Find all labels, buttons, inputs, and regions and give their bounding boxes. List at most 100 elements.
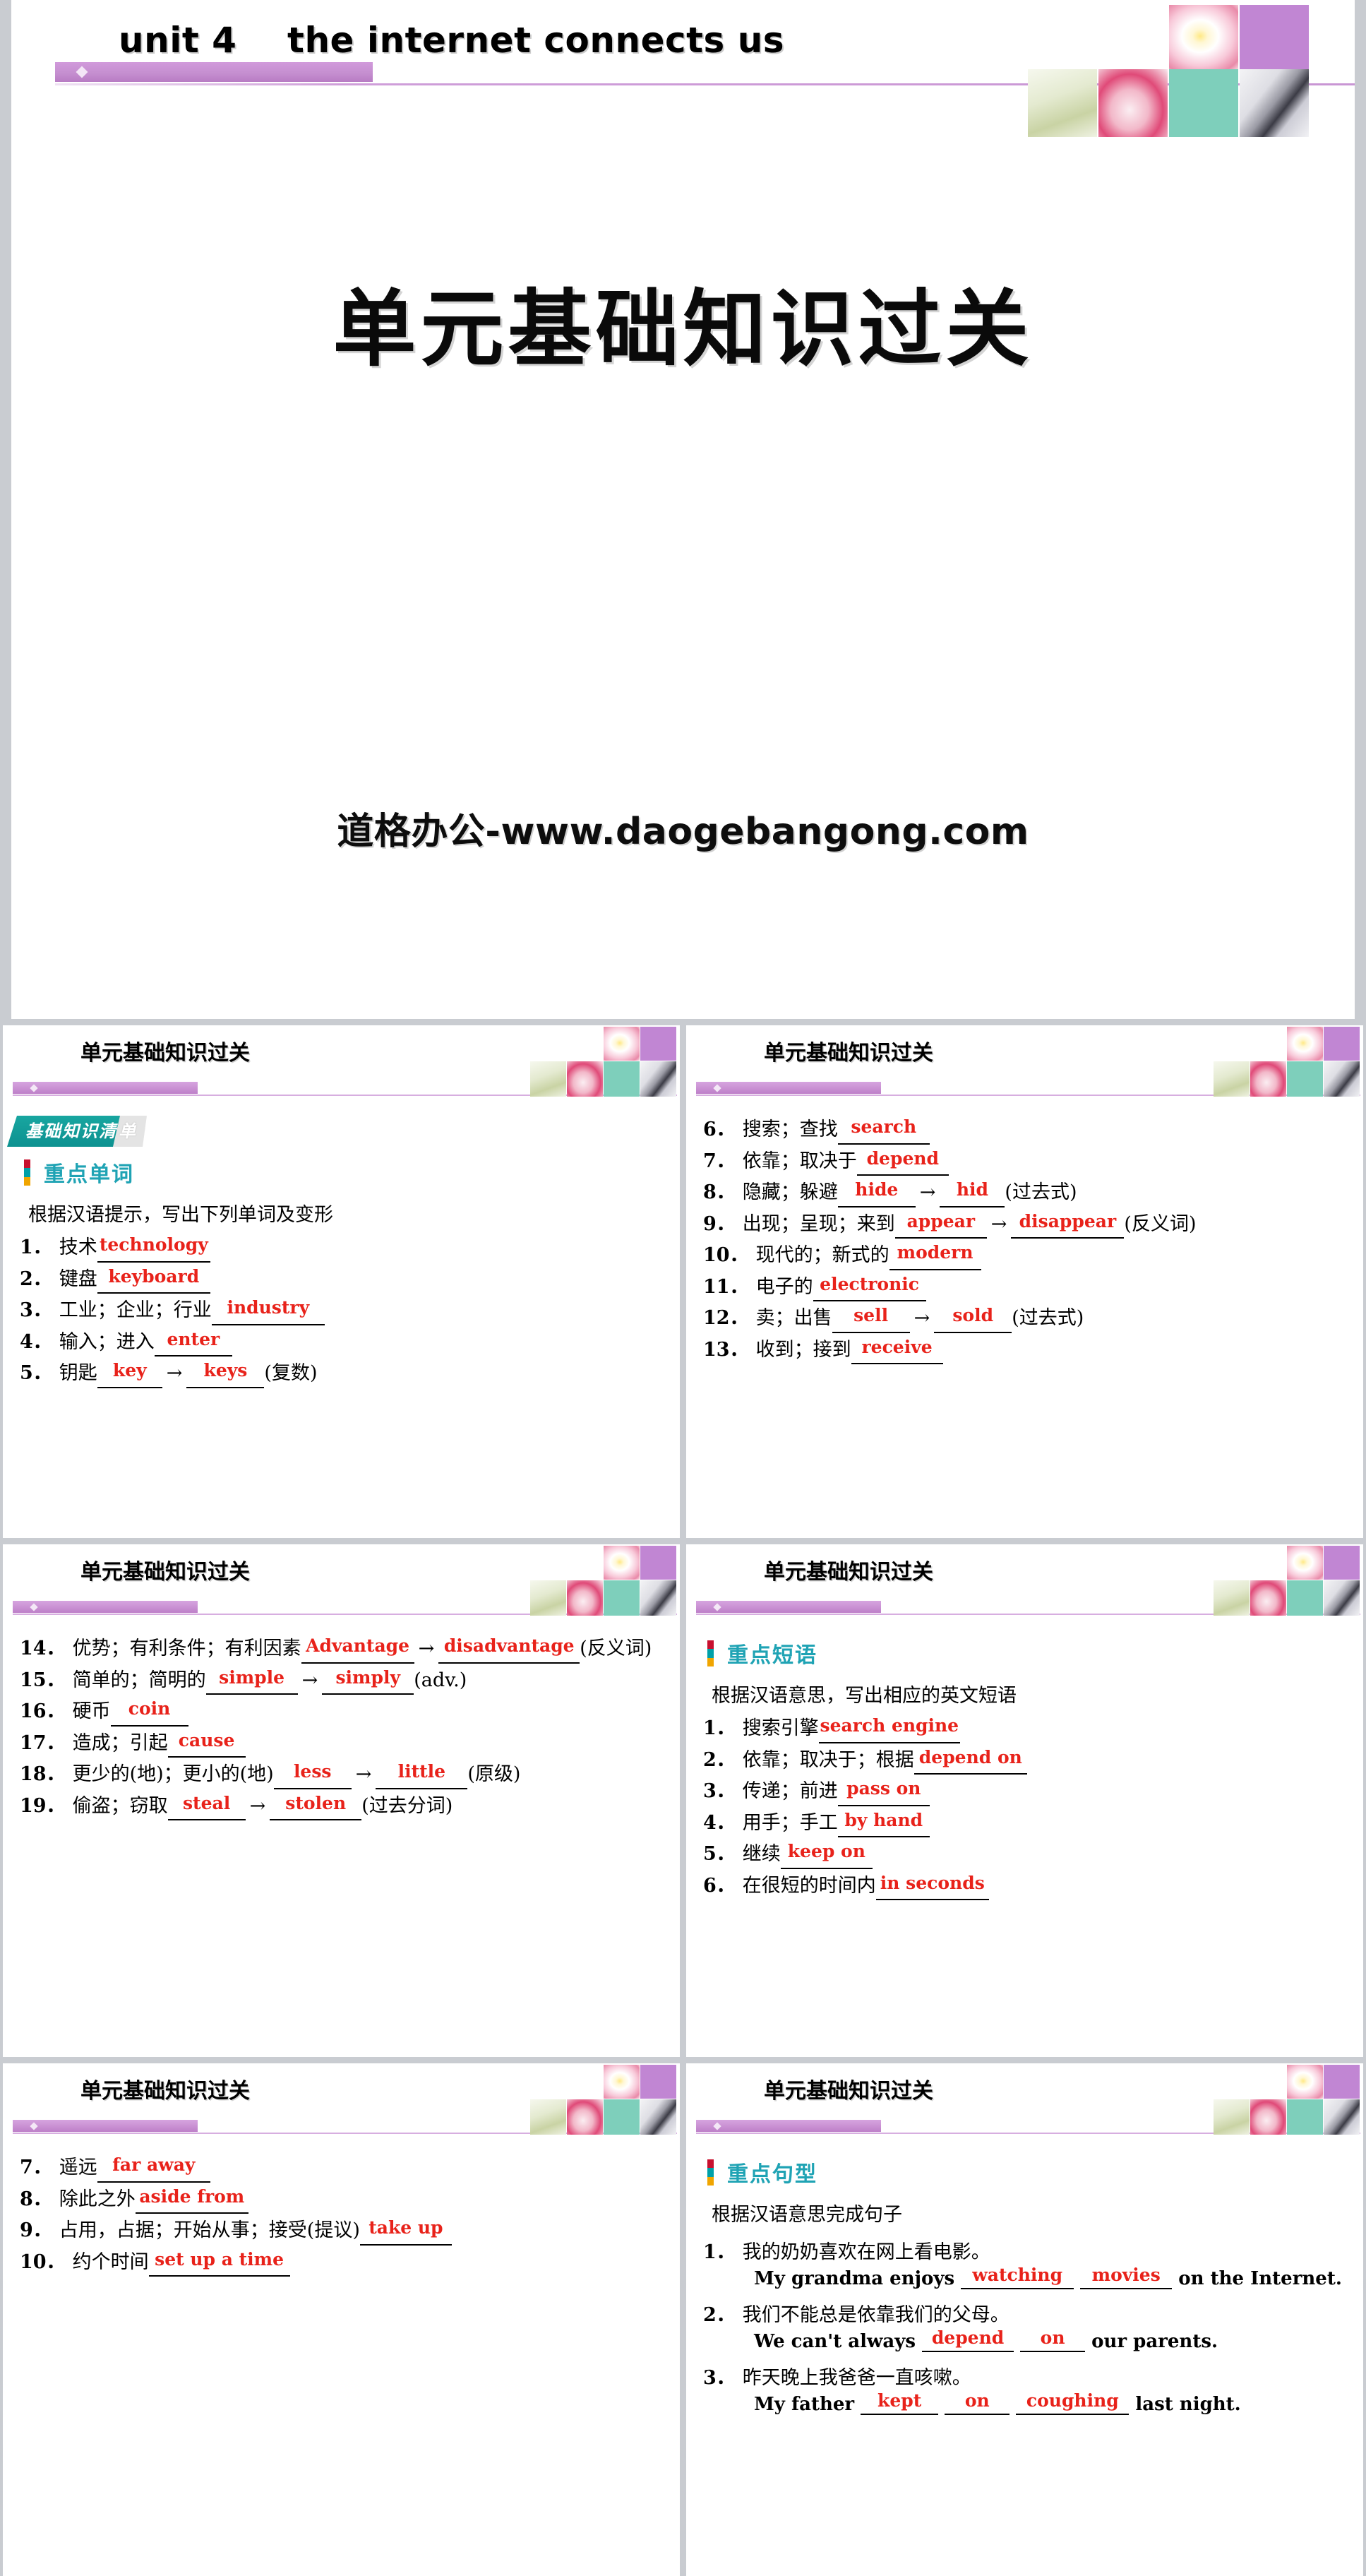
slide-header: 单元基础知识过关	[686, 1544, 1363, 1628]
subsection-label: 重点句型	[727, 2162, 817, 2187]
answer-blank-3[interactable]: coughing	[1016, 2390, 1130, 2415]
answer-text: on	[964, 2390, 990, 2411]
answer-sentence: My grandma enjoys watching movies on the…	[754, 2265, 1363, 2289]
answer-blank-1[interactable]: Advantage	[301, 1635, 414, 1664]
slide-words-3: 单元基础知识过关 14． 优势；有利条件；有利因素 Advantage → disadva…	[3, 1544, 680, 2057]
answer-text: pass on	[846, 1778, 921, 1799]
answer-text: keys	[203, 1360, 248, 1381]
answer-blank-1[interactable]: appear	[894, 1211, 987, 1239]
watermark: 道格办公-www.daogebangong.com	[337, 811, 1029, 853]
answer-blank-1[interactable]: cause	[167, 1730, 246, 1758]
slide-phrases-2: 单元基础知识过关 7． 遥远 far away 8． 除此之外 aside from 9． 占用…	[3, 2063, 680, 2576]
answer-blank-1[interactable]: set up a time	[148, 2249, 290, 2277]
answer-blank-2[interactable]: little	[376, 1761, 468, 1789]
answer-blank-1[interactable]: technology	[97, 1234, 210, 1263]
answer-blank-2[interactable]: disappear	[1011, 1211, 1125, 1239]
slide-words-1: 单元基础知识过关 基础知识清单 重点单词 根据汉语提示，写出下列单词及变形 1． 技术 te…	[3, 1025, 680, 1538]
arrow-icon: →	[913, 1307, 930, 1329]
answer-blank-1[interactable]: industry	[211, 1297, 325, 1325]
sentence-lead: We can't always	[754, 2331, 923, 2352]
answer-text: search engine	[820, 1715, 959, 1736]
answer-blank-2[interactable]: movies	[1080, 2265, 1173, 2289]
answer-blank-1[interactable]: watching	[961, 2265, 1074, 2289]
answer-blank-1[interactable]: steal	[167, 1793, 246, 1820]
answer-sentence: We can't always depend on our parents.	[754, 2327, 1363, 2352]
answer-blank-1[interactable]: receive	[851, 1337, 943, 1364]
item-chinese: 偷盗；窃取	[72, 1794, 168, 1817]
item-chinese: 卖；出售	[755, 1307, 832, 1329]
answer-blank-1[interactable]: electronic	[813, 1274, 926, 1301]
item-chinese: 简单的；简明的	[72, 1669, 206, 1691]
answer-blank-1[interactable]: enter	[154, 1329, 232, 1356]
answer-blank-1[interactable]: simple	[205, 1667, 298, 1695]
sentence-list: 1． 我的奶奶喜欢在网上看电影。 My grandma enjoys watchin…	[686, 2236, 1363, 2415]
item-number: 18．	[20, 1763, 66, 1785]
pink-photo-icon	[1250, 1580, 1286, 1616]
answer-blank-1[interactable]: search engine	[818, 1715, 960, 1743]
answer-text: coin	[128, 1698, 171, 1719]
answer-blank-2[interactable]: disadvantage	[438, 1635, 580, 1664]
answer-blank-1[interactable]: hide	[837, 1179, 916, 1208]
teal-block-icon	[604, 1061, 640, 1097]
list-item: 6． 在很短的时间内 in seconds	[686, 1872, 1363, 1900]
item-number: 1．	[703, 1717, 736, 1739]
item-chinese: 技术	[59, 1236, 97, 1258]
arrow-icon: →	[355, 1763, 372, 1785]
answer-blank-1[interactable]: modern	[889, 1242, 981, 1270]
answer-text: aside from	[139, 2186, 245, 2207]
list-item: 15． 简单的；简明的 simple → simply (adv.)	[3, 1666, 680, 1695]
answer-blank-1[interactable]: pass on	[837, 1778, 930, 1806]
answer-blank-2[interactable]: on	[945, 2390, 1010, 2415]
answer-blank-1[interactable]: depend on	[913, 1747, 1027, 1775]
answer-blank-1[interactable]: in seconds	[875, 1873, 989, 1900]
item-note: (过去分词)	[361, 1794, 453, 1817]
answer-blank-2[interactable]: simply	[322, 1667, 414, 1695]
answer-text: watching	[972, 2265, 1063, 2285]
answer-blank-1[interactable]: keyboard	[97, 1266, 210, 1294]
answer-sentence: My father kept on coughing last night.	[754, 2390, 1363, 2415]
sentence-tail: on the Internet.	[1178, 2268, 1342, 2289]
answer-blank-1[interactable]: less	[273, 1761, 352, 1789]
flower-photo-icon	[604, 1546, 640, 1580]
answer-text: disappear	[1019, 1210, 1117, 1232]
answer-text: keyboard	[108, 1265, 200, 1287]
answer-blank-1[interactable]: take up	[359, 2217, 452, 2246]
pink-photo-icon	[1098, 69, 1168, 137]
answer-blank-1[interactable]: aside from	[135, 2186, 248, 2214]
answer-blank-1[interactable]: keep on	[780, 1841, 873, 1869]
flower-photo-icon	[604, 2065, 640, 2099]
item-chinese: 在很短的时间内	[742, 1874, 876, 1897]
item-number: 3．	[703, 2367, 736, 2389]
item-number: 5．	[20, 1362, 52, 1384]
answer-blank-2[interactable]: hid	[940, 1179, 1005, 1208]
band-purple	[13, 1601, 198, 1613]
flower-photo-icon	[1287, 1546, 1323, 1580]
list-item: 1． 技术 technology	[3, 1234, 680, 1263]
answer-blank-2[interactable]: stolen	[270, 1793, 362, 1820]
answer-text: on	[1040, 2327, 1065, 2348]
answer-blank-1[interactable]: search	[837, 1116, 930, 1145]
arrow-icon: →	[301, 1669, 318, 1691]
item-chinese: 除此之外	[59, 2188, 136, 2210]
list-item: 10． 现代的；新式的 modern	[686, 1241, 1363, 1270]
answer-blank-1[interactable]: key	[97, 1360, 162, 1388]
answer-blank-1[interactable]: sell	[832, 1305, 910, 1333]
answer-blank-2[interactable]: keys	[186, 1360, 265, 1388]
band-purple	[696, 2120, 881, 2132]
answer-blank-1[interactable]: coin	[110, 1698, 188, 1727]
answer-blank-2[interactable]: sold	[934, 1305, 1012, 1333]
answer-blank-2[interactable]: on	[1020, 2327, 1086, 2352]
item-note: (过去式)	[1005, 1181, 1077, 1203]
answer-blank-1[interactable]: depend	[856, 1148, 949, 1176]
subsection-heading: 重点短语	[707, 1638, 1363, 1669]
lilac-block-icon	[1324, 2065, 1360, 2099]
band-purple	[13, 1082, 198, 1094]
answer-blank-1[interactable]: far away	[97, 2154, 210, 2183]
answer-blank-1[interactable]: by hand	[837, 1810, 930, 1837]
diamond-icon	[713, 1603, 721, 1611]
answer-blank-1[interactable]: depend	[922, 2327, 1014, 2352]
slide-title: 单元基础知识过关	[764, 1560, 933, 1585]
answer-blank-1[interactable]: kept	[861, 2390, 939, 2415]
item-chinese: 依靠；取决于；根据	[742, 1748, 914, 1771]
